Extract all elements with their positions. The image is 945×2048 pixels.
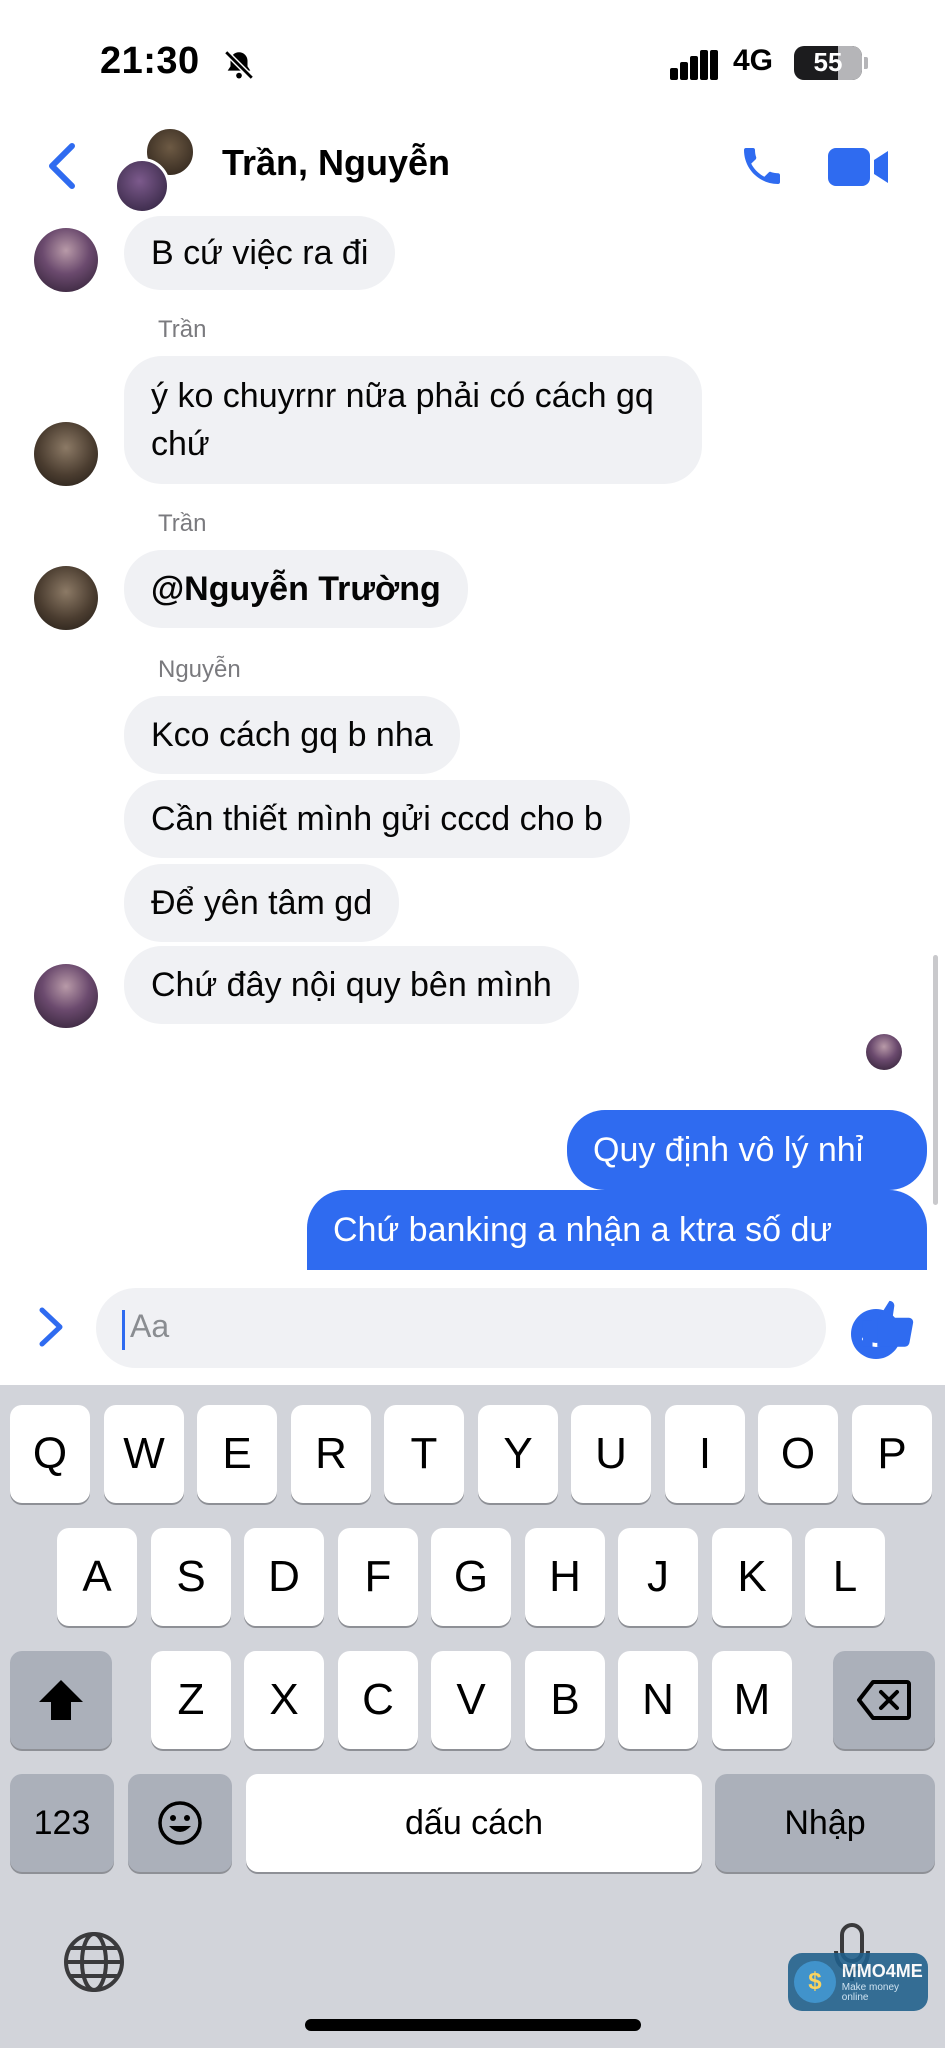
status-time: 21:30 (100, 40, 200, 82)
key-h[interactable]: H (525, 1528, 605, 1626)
key-l[interactable]: L (805, 1528, 885, 1626)
key-m[interactable]: M (712, 1651, 792, 1749)
back-chevron-icon[interactable] (42, 140, 82, 192)
space-key[interactable]: dấu cách (246, 1774, 702, 1872)
message-bubble[interactable]: Cần thiết mình gửi cccd cho b (124, 780, 630, 858)
key-a[interactable]: A (57, 1528, 137, 1626)
group-avatar[interactable] (114, 126, 214, 216)
avatar[interactable] (34, 228, 98, 292)
outgoing-message-bubble[interactable]: Chứ banking a nhận a ktra số dư (307, 1190, 927, 1270)
key-o[interactable]: O (758, 1405, 838, 1503)
signal-icon (670, 50, 718, 80)
message-bubble[interactable]: B cứ việc ra đi (124, 216, 396, 290)
message-input-placeholder: Aa (130, 1308, 170, 1344)
key-d[interactable]: D (244, 1528, 324, 1626)
shift-key[interactable] (10, 1651, 112, 1749)
key-i[interactable]: I (665, 1405, 745, 1503)
key-s[interactable]: S (151, 1528, 231, 1626)
key-k[interactable]: K (712, 1528, 792, 1626)
watermark-logo: $ MMO4ME Make money online (788, 1953, 928, 2011)
thumbs-up-icon[interactable] (858, 1296, 916, 1354)
sender-name: Trần (158, 510, 207, 537)
key-y[interactable]: Y (478, 1405, 558, 1503)
video-call-icon[interactable] (828, 146, 890, 188)
key-r[interactable]: R (291, 1405, 371, 1503)
key-b[interactable]: B (525, 1651, 605, 1749)
key-x[interactable]: X (244, 1651, 324, 1749)
sender-name: Nguyễn (158, 656, 241, 683)
home-indicator[interactable] (305, 2019, 641, 2031)
watermark-subtitle: Make money online (841, 1981, 900, 2003)
key-u[interactable]: U (571, 1405, 651, 1503)
mention-bubble[interactable]: @Nguyễn Trường (124, 550, 468, 628)
backspace-key[interactable] (833, 1651, 935, 1749)
chat-header: Trần, Nguyễn (0, 116, 945, 216)
key-z[interactable]: Z (151, 1651, 231, 1749)
key-q[interactable]: Q (10, 1405, 90, 1503)
watermark-title: MMO4ME (841, 1960, 923, 1981)
numbers-key[interactable]: 123 (10, 1774, 114, 1872)
outgoing-message-bubble[interactable]: Quy định vô lý nhỉ (567, 1110, 927, 1190)
message-bubble[interactable]: ý ko chuyrnr nữa phải có cách gq chứ (124, 356, 702, 484)
avatar[interactable] (34, 566, 98, 630)
expand-chevron-icon[interactable] (34, 1304, 68, 1350)
message-composer: Aa (0, 1270, 945, 1385)
key-v[interactable]: V (431, 1651, 511, 1749)
key-c[interactable]: C (338, 1651, 418, 1749)
shift-arrow-icon (39, 1680, 83, 1720)
message-bubble[interactable]: Chứ đây nội quy bên mình (124, 946, 579, 1024)
keyboard: Q W E R T Y U I O P A S D F G H J K L Z … (0, 1385, 945, 2048)
avatar[interactable] (34, 964, 98, 1028)
key-w[interactable]: W (104, 1405, 184, 1503)
key-p[interactable]: P (852, 1405, 932, 1503)
bell-muted-icon (224, 50, 254, 80)
message-list[interactable]: B cứ việc ra đi Trần ý ko chuyrnr nữa ph… (0, 216, 945, 1270)
key-t[interactable]: T (384, 1405, 464, 1503)
avatar[interactable] (34, 422, 98, 486)
return-key[interactable]: Nhập (715, 1774, 935, 1872)
member-avatar-nguyen (114, 158, 170, 214)
chat-title[interactable]: Trần, Nguyễn (222, 142, 450, 184)
key-g[interactable]: G (431, 1528, 511, 1626)
key-n[interactable]: N (618, 1651, 698, 1749)
watermark-logo-icon: $ (794, 1961, 836, 2003)
backspace-icon (857, 1680, 911, 1720)
network-type: 4G (733, 44, 774, 77)
status-bar: 21:30 4G 55 (0, 0, 945, 130)
message-bubble[interactable]: Kco cách gq b nha (124, 696, 460, 774)
emoji-key[interactable] (128, 1774, 232, 1872)
sender-name: Trần (158, 316, 207, 343)
message-input[interactable]: Aa (96, 1288, 901, 1368)
key-f[interactable]: F (338, 1528, 418, 1626)
read-receipt-avatar (866, 1034, 902, 1070)
key-e[interactable]: E (197, 1405, 277, 1503)
battery-level: 55 (813, 47, 843, 77)
phone-call-icon[interactable] (738, 142, 786, 190)
emoji-keyboard-icon (158, 1801, 202, 1845)
globe-icon[interactable] (62, 1930, 126, 1994)
message-bubble[interactable]: Để yên tâm gd (124, 864, 400, 942)
scrollbar[interactable] (933, 955, 938, 1205)
key-j[interactable]: J (618, 1528, 698, 1626)
text-cursor (122, 1310, 125, 1350)
battery-tip (864, 57, 868, 69)
battery-icon: 55 (794, 46, 862, 80)
